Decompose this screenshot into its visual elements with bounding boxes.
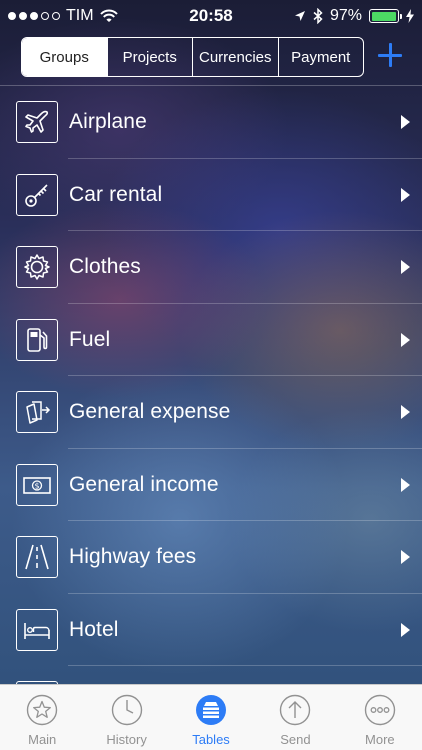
location-arrow-icon bbox=[294, 10, 306, 22]
wifi-icon bbox=[99, 9, 118, 23]
charging-bolt-icon bbox=[406, 9, 414, 23]
battery-icon bbox=[369, 9, 402, 23]
tab-tables[interactable]: Tables bbox=[169, 685, 253, 750]
segment-groups[interactable]: Groups bbox=[22, 38, 107, 76]
list-item-label: Clothes bbox=[69, 255, 141, 279]
svg-text:$: $ bbox=[34, 481, 39, 490]
chevron-right-icon bbox=[401, 477, 410, 492]
list-item-clothes[interactable]: Clothes bbox=[0, 231, 422, 304]
chevron-right-icon bbox=[401, 187, 410, 202]
top-bar: Groups Projects Currencies Payment bbox=[0, 37, 422, 77]
tab-label: Send bbox=[280, 732, 311, 747]
list-item-partial[interactable] bbox=[0, 666, 422, 685]
bed-icon bbox=[16, 608, 58, 651]
tab-more[interactable]: More bbox=[338, 685, 422, 750]
list-item-label: General expense bbox=[69, 400, 231, 424]
more-icon bbox=[364, 694, 396, 726]
clock-icon bbox=[111, 694, 143, 726]
chevron-right-icon bbox=[401, 550, 410, 565]
carrier-label: TIM bbox=[66, 7, 94, 24]
status-bar: TIM 20:58 97% bbox=[0, 0, 422, 32]
table-type-segmented-control: Groups Projects Currencies Payment bbox=[21, 37, 364, 77]
list-item-label: Fuel bbox=[69, 327, 111, 351]
tab-main[interactable]: Main bbox=[0, 685, 84, 750]
tables-icon bbox=[195, 694, 227, 726]
list-item-highway-fees[interactable]: Highway fees bbox=[0, 521, 422, 594]
segment-currencies[interactable]: Currencies bbox=[192, 38, 278, 76]
list-item-fuel[interactable]: Fuel bbox=[0, 304, 422, 377]
tab-bar: Main History Tables Send More bbox=[0, 684, 422, 750]
signal-strength-icon bbox=[8, 12, 60, 20]
bluetooth-icon bbox=[313, 8, 323, 24]
list-item-label: General income bbox=[69, 472, 219, 496]
tab-send[interactable]: Send bbox=[253, 685, 337, 750]
list-item-general-expense[interactable]: General expense bbox=[0, 376, 422, 449]
cards-exchange-icon bbox=[16, 391, 58, 434]
list-item-label: Airplane bbox=[69, 110, 147, 134]
star-icon bbox=[26, 694, 58, 726]
airplane-icon bbox=[16, 101, 58, 144]
fuel-pump-icon bbox=[16, 318, 58, 361]
list-item-airplane[interactable]: Airplane bbox=[0, 86, 422, 159]
segment-payment[interactable]: Payment bbox=[277, 38, 364, 76]
groups-list: Airplane Car rental Clothes Fuel General… bbox=[0, 85, 422, 685]
battery-percent: 97% bbox=[329, 7, 362, 24]
list-item-hotel[interactable]: Hotel bbox=[0, 594, 422, 667]
chevron-right-icon bbox=[401, 115, 410, 130]
tab-label: Tables bbox=[192, 732, 230, 747]
add-button[interactable] bbox=[376, 41, 404, 69]
list-item-label: Hotel bbox=[69, 617, 119, 641]
segment-projects[interactable]: Projects bbox=[106, 38, 193, 76]
banknote-icon: $ bbox=[16, 463, 58, 506]
chevron-right-icon bbox=[401, 405, 410, 420]
road-icon bbox=[16, 536, 58, 579]
chevron-right-icon bbox=[401, 332, 410, 347]
chevron-right-icon bbox=[401, 260, 410, 275]
chevron-right-icon bbox=[401, 622, 410, 637]
key-icon bbox=[16, 173, 58, 216]
tab-history[interactable]: History bbox=[84, 685, 168, 750]
list-item-label: Car rental bbox=[69, 182, 163, 206]
gear-icon bbox=[16, 246, 58, 289]
send-arrow-icon bbox=[279, 694, 311, 726]
list-item-general-income[interactable]: $ General income bbox=[0, 449, 422, 522]
tab-label: More bbox=[365, 732, 395, 747]
tab-label: Main bbox=[28, 732, 57, 747]
list-item-label: Highway fees bbox=[69, 545, 197, 569]
list-item-car-rental[interactable]: Car rental bbox=[0, 159, 422, 232]
tab-label: History bbox=[106, 732, 147, 747]
